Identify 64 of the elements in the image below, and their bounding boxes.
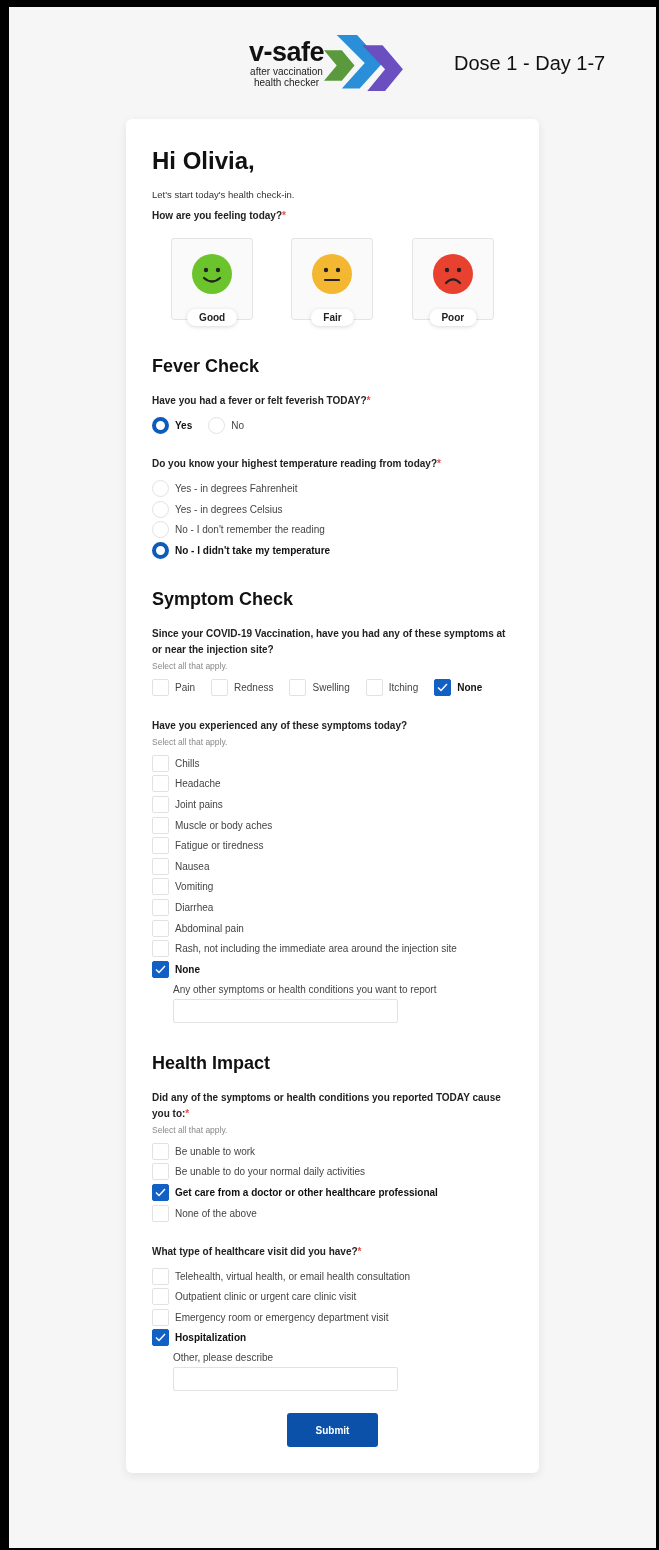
option-label: Get care from a doctor or other healthcare professional <box>175 1186 438 1198</box>
question-text: Did any of the symptoms or health conditions you reported TODAY cause you to:* <box>152 1090 502 1121</box>
option-label: Be unable to work <box>175 1145 256 1157</box>
option-label: Pain <box>175 681 195 693</box>
option-label: Itching <box>388 681 419 693</box>
field-label: Other, please describe <box>173 1352 275 1364</box>
option-label: Telehealth, virtual health, or email health consultation <box>175 1270 411 1282</box>
checkbox[interactable] <box>152 1183 169 1201</box>
option-label: None <box>175 963 200 975</box>
logo-wordmark: v-safe <box>249 38 325 66</box>
option-label: Yes - in degrees Celsius <box>175 503 283 515</box>
option-label: Chills <box>175 757 200 769</box>
question-text: Since your COVID-19 Vaccination, have you had any of these symptoms at or near the injection site? <box>152 626 507 657</box>
question-text: Do you know your highest temperature reading from today?* <box>152 457 442 471</box>
option-label: Rash, not including the immediate area around the injection site <box>175 943 457 955</box>
section-heading: Health Impact <box>152 1052 272 1074</box>
option-label: No <box>231 420 245 431</box>
submit-button[interactable]: Submit <box>287 1413 378 1448</box>
radio-button[interactable] <box>152 417 169 434</box>
option-label: Redness <box>234 681 274 693</box>
question-text: What type of healthcare visit did you have?* <box>152 1244 363 1259</box>
section-heading: Fever Check <box>152 356 261 377</box>
radio-button[interactable] <box>152 541 169 559</box>
hint-text: Select all that apply. <box>152 660 229 671</box>
option-label: Fatigue or tiredness <box>175 840 264 852</box>
question-text: Have you experienced any of these symptoms today? <box>152 718 409 733</box>
option-label: None <box>457 681 483 693</box>
checkbox[interactable] <box>152 1329 169 1347</box>
option-label: Muscle or body aches <box>175 819 273 831</box>
option-label: Be unable to do your normal daily activities <box>175 1166 366 1178</box>
text-field[interactable] <box>173 1367 398 1392</box>
question-text: Have you had a fever or felt feverish TODAY?* <box>152 394 372 408</box>
dose-label: Dose 1 - Day 1-7 <box>454 51 606 75</box>
greeting-heading: Hi Olivia, <box>152 147 256 175</box>
checkbox[interactable] <box>434 678 452 696</box>
checkbox[interactable] <box>152 960 169 978</box>
intro-text: Let's start today's health check-in. <box>152 189 296 200</box>
checkmark-icon <box>437 682 449 692</box>
option-label: Nausea <box>175 860 210 872</box>
option-label: No - I didn't take my temperature <box>175 544 331 556</box>
question-text: How are you feeling today?* <box>152 209 287 223</box>
hint-text: Select all that apply. <box>152 1124 229 1135</box>
checkmark-icon <box>155 1333 166 1343</box>
option-label: Abdominal pain <box>175 922 244 934</box>
field-label: Any other symptoms or health conditions you want to report <box>173 983 438 995</box>
option-label: Swelling <box>312 681 350 693</box>
option-label: Hospitalization <box>175 1332 247 1344</box>
text-field[interactable] <box>173 998 398 1023</box>
option-label: Emergency room or emergency department visit <box>175 1311 389 1323</box>
option-label: Yes <box>175 420 193 431</box>
option-label: Outpatient clinic or urgent care clinic visit <box>175 1291 357 1303</box>
section-heading: Symptom Check <box>152 588 295 610</box>
logo-tagline: after vaccination <box>250 65 323 77</box>
option-label: Diarrhea <box>175 901 214 913</box>
option-label: Vomiting <box>175 881 214 893</box>
hint-text: Select all that apply. <box>152 736 229 747</box>
option-label: No - I don't remember the reading <box>175 524 325 536</box>
logo-tagline: health checker <box>254 76 320 88</box>
checkmark-icon <box>155 1187 166 1197</box>
option-label: Yes - in degrees Fahrenheit <box>175 483 298 494</box>
option-label: Headache <box>175 778 221 790</box>
option-label: None of the above <box>175 1207 257 1219</box>
option-label: Joint pains <box>175 798 223 810</box>
checkmark-icon <box>155 964 166 974</box>
